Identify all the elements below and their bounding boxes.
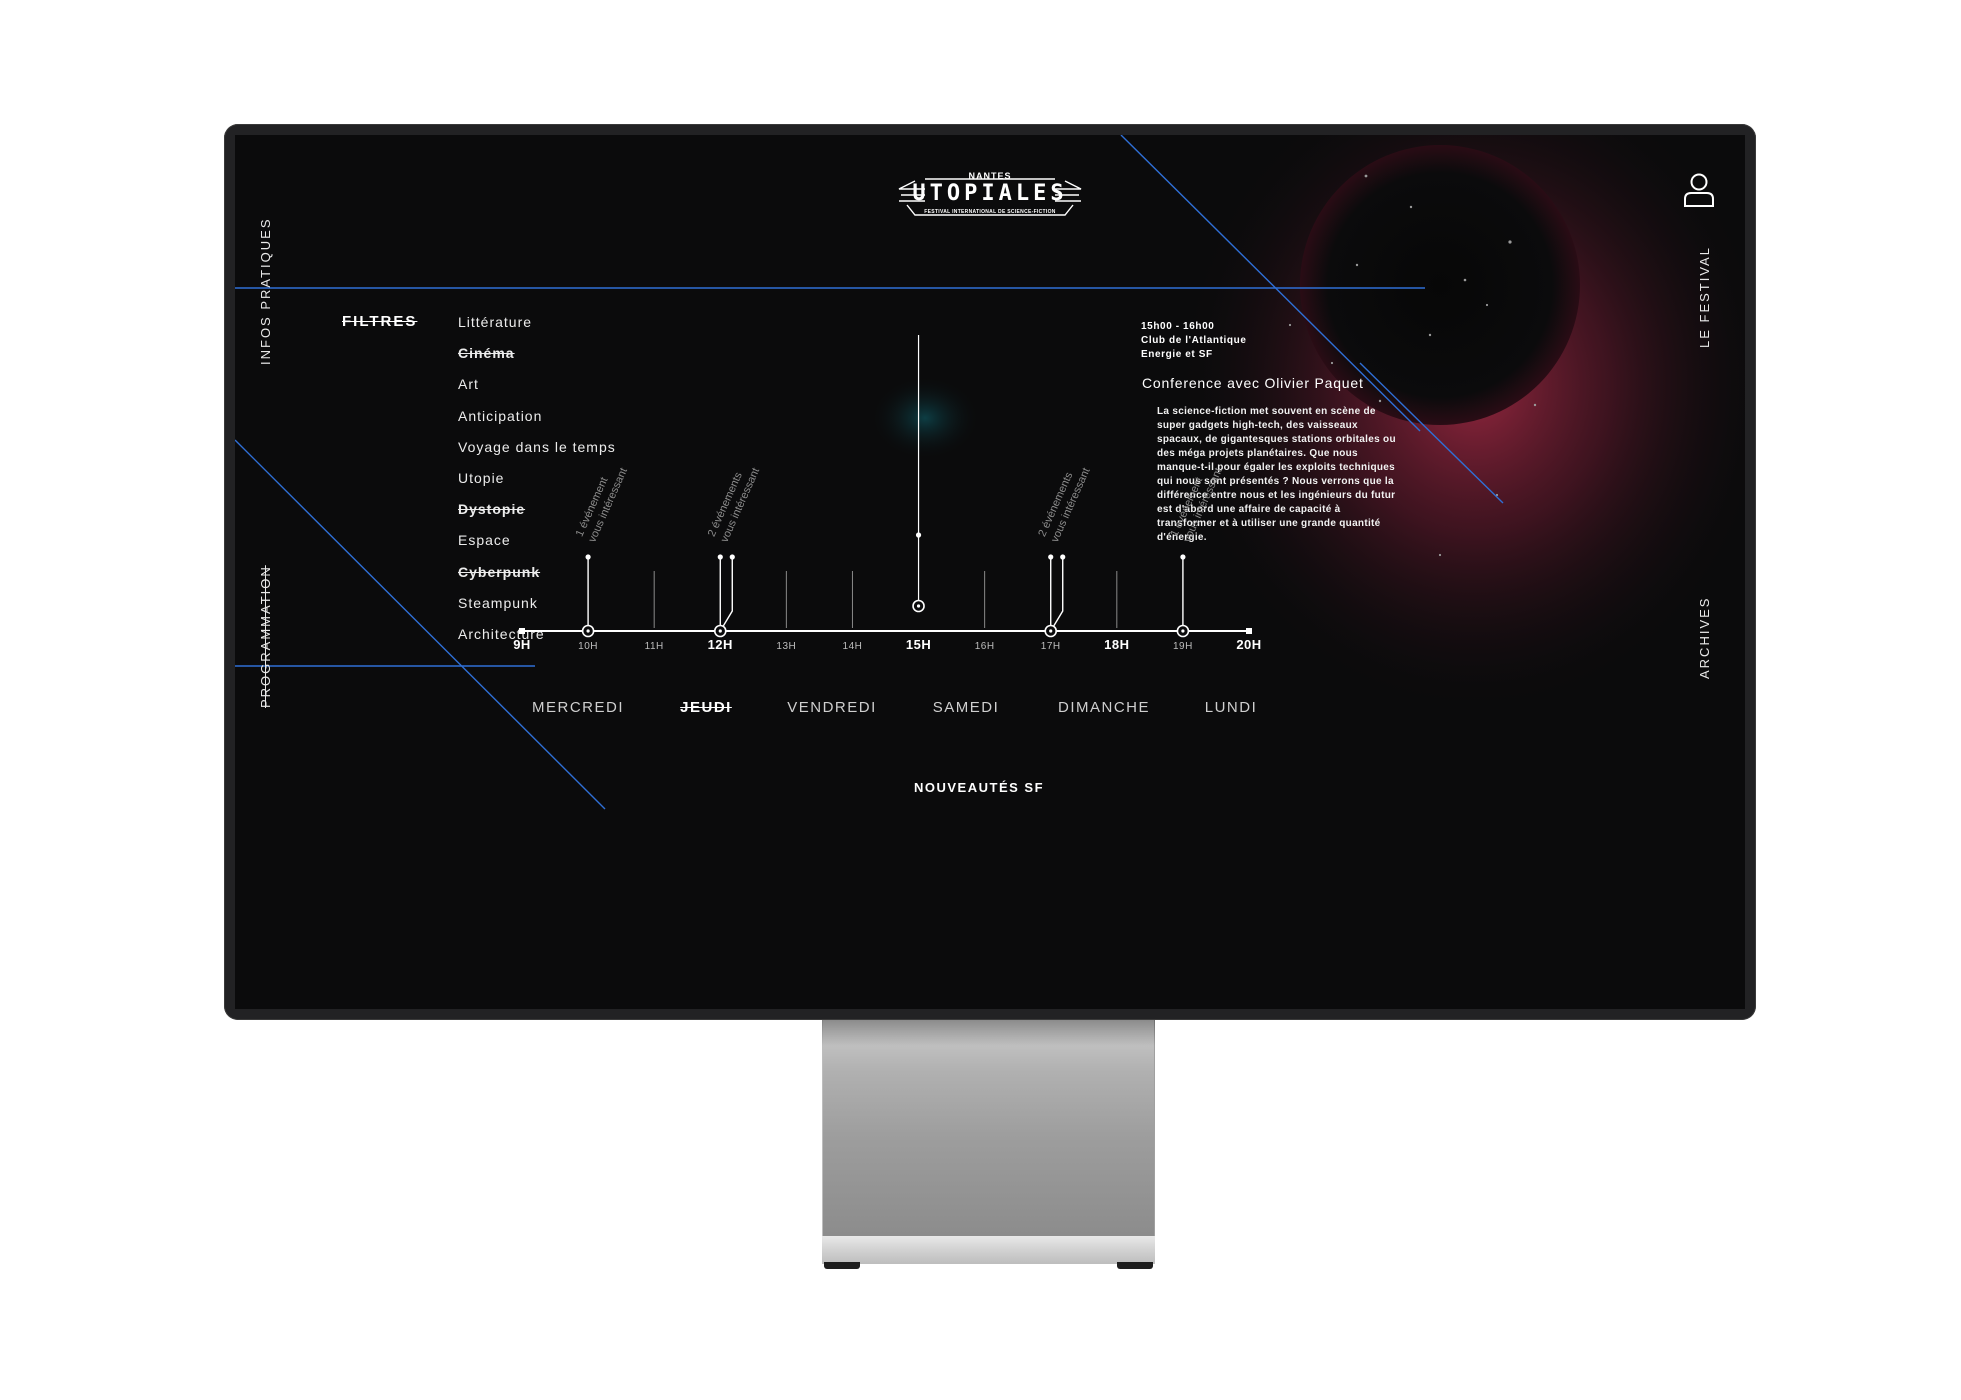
- event-dot: [729, 554, 735, 560]
- selected-event-node[interactable]: [912, 599, 925, 613]
- event-time: 15h00 - 16h00: [1141, 321, 1215, 332]
- filter-item[interactable]: Architecture: [458, 626, 545, 642]
- event-title[interactable]: Conference avec Olivier Paquet: [1142, 375, 1364, 391]
- day-lundi[interactable]: LUNDI: [1205, 699, 1258, 716]
- event-theme: Energie et SF: [1141, 349, 1213, 360]
- event-meta: 15h00 - 16h00 Club de l'Atlantique Energ…: [1141, 320, 1247, 362]
- screen: NANTES UTOPIALES FESTIVAL INTERNATIONAL …: [235, 135, 1745, 1009]
- nav-programmation[interactable]: PROGRAMMATION: [258, 565, 273, 708]
- cluster-node-dot: [586, 629, 590, 633]
- nav-le-festival[interactable]: LE FESTIVAL: [1697, 246, 1712, 348]
- event-dot: [717, 554, 723, 560]
- filter-item[interactable]: Cyberpunk: [458, 564, 540, 580]
- event-dot: [1060, 554, 1066, 560]
- nav-archives[interactable]: ARCHIVES: [1697, 597, 1712, 679]
- monitor-stand: [822, 1018, 1155, 1236]
- event-dot: [1180, 554, 1186, 560]
- day-vendredi[interactable]: VENDREDI: [787, 699, 877, 716]
- teal-glow: [870, 376, 980, 460]
- event-dot: [585, 554, 591, 560]
- filter-item[interactable]: Littérature: [458, 314, 532, 330]
- event-place: Club de l'Atlantique: [1141, 335, 1247, 346]
- day-mercredi[interactable]: MERCREDI: [532, 699, 624, 716]
- nouveautes-sf-link[interactable]: NOUVEAUTÉS SF: [914, 780, 1044, 795]
- filter-item[interactable]: Steampunk: [458, 595, 538, 611]
- cluster-node-dot: [718, 629, 722, 633]
- stand-foot-right: [1117, 1262, 1153, 1269]
- filter-item[interactable]: Anticipation: [458, 408, 542, 424]
- day-samedi[interactable]: SAMEDI: [933, 699, 1000, 716]
- filter-item[interactable]: Espace: [458, 532, 511, 548]
- filter-item[interactable]: Voyage dans le temps: [458, 439, 616, 455]
- day-jeudi[interactable]: JEUDI: [680, 699, 732, 716]
- filter-item[interactable]: Dystopie: [458, 501, 525, 517]
- cluster-node-dot: [1181, 629, 1185, 633]
- filters-title: FILTRES: [342, 313, 418, 330]
- nav-infos-pratiques[interactable]: INFOS PRATIQUES: [258, 218, 273, 366]
- day-dimanche[interactable]: DIMANCHE: [1058, 699, 1150, 716]
- utopiales-logo[interactable]: NANTES UTOPIALES FESTIVAL INTERNATIONAL …: [895, 167, 1085, 227]
- user-icon[interactable]: [1682, 172, 1716, 208]
- logo-city: NANTES: [968, 171, 1012, 181]
- stand-foot-left: [824, 1262, 860, 1269]
- monitor-stand-base: [822, 1236, 1155, 1264]
- stand-shadow: [822, 1018, 1155, 1046]
- filter-item[interactable]: Art: [458, 376, 479, 392]
- cluster-node-dot: [1049, 629, 1053, 633]
- filter-item[interactable]: Cinéma: [458, 345, 515, 361]
- logo-wordmark: UTOPIALES: [912, 181, 1068, 206]
- logo-tagline: FESTIVAL INTERNATIONAL DE SCIENCE-FICTIO…: [924, 209, 1056, 215]
- event-dot: [1048, 554, 1054, 560]
- filter-item[interactable]: Utopie: [458, 470, 504, 486]
